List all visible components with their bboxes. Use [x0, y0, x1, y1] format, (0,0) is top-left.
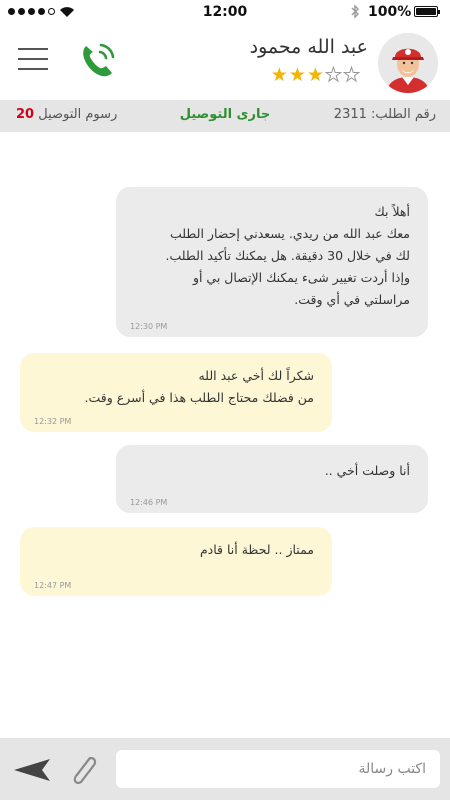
star-filled-icon: ★ — [288, 64, 306, 86]
phone-icon[interactable] — [76, 38, 120, 82]
order-info-bar: رقم الطلب: 2311 جارى التوصيل رسوم التوصي… — [0, 100, 450, 132]
paperclip-icon[interactable] — [66, 750, 100, 788]
avatar[interactable] — [378, 33, 438, 93]
delivery-fee-label: رسوم التوصيل — [38, 107, 118, 122]
message-bubble-outgoing: ممتاز .. لحظة أنا قادم 12:47 PM — [20, 527, 332, 596]
battery-percent: 100% — [368, 4, 412, 20]
delivery-fee-value: 20 — [16, 107, 35, 122]
message-text: أنا وصلت أخي .. — [324, 463, 410, 478]
message-bubble-outgoing: شكراً لك أخي عبد الله من فضلك محتاج الطل… — [20, 353, 332, 432]
driver-header: عبد الله محمود ★ ★ ★ ★ ★ — [0, 24, 450, 100]
star-empty-icon: ★ — [324, 64, 342, 86]
message-text: أهلاً بك معك عبد الله من ريدي. يسعدني إح… — [165, 204, 411, 307]
hamburger-menu-icon[interactable] — [18, 48, 48, 70]
message-text: ممتاز .. لحظة أنا قادم — [199, 542, 314, 557]
battery-icon — [414, 6, 440, 17]
star-filled-icon: ★ — [270, 64, 288, 86]
message-time: 12:47 PM — [34, 581, 72, 590]
star-filled-icon: ★ — [306, 64, 324, 86]
message-bubble-incoming: أهلاً بك معك عبد الله من ريدي. يسعدني إح… — [116, 187, 428, 337]
chat-thread[interactable]: أهلاً بك معك عبد الله من ريدي. يسعدني إح… — [0, 132, 450, 738]
message-time: 12:30 PM — [130, 322, 168, 331]
message-bubble-incoming: أنا وصلت أخي .. 12:46 PM — [116, 445, 428, 513]
message-time: 12:32 PM — [34, 417, 72, 426]
status-bar: 12:00 100% — [0, 0, 450, 24]
message-input[interactable] — [116, 750, 440, 788]
driver-name: عبد الله محمود — [249, 36, 368, 58]
bluetooth-icon — [351, 4, 359, 19]
star-empty-icon: ★ — [342, 64, 360, 86]
driver-rating: ★ ★ ★ ★ ★ — [270, 64, 361, 86]
message-time: 12:46 PM — [130, 498, 168, 507]
send-icon[interactable] — [12, 757, 52, 783]
delivery-fee: رسوم التوصيل 20 — [16, 107, 117, 122]
message-composer — [0, 738, 450, 800]
message-text: شكراً لك أخي عبد الله من فضلك محتاج الطل… — [84, 368, 314, 405]
